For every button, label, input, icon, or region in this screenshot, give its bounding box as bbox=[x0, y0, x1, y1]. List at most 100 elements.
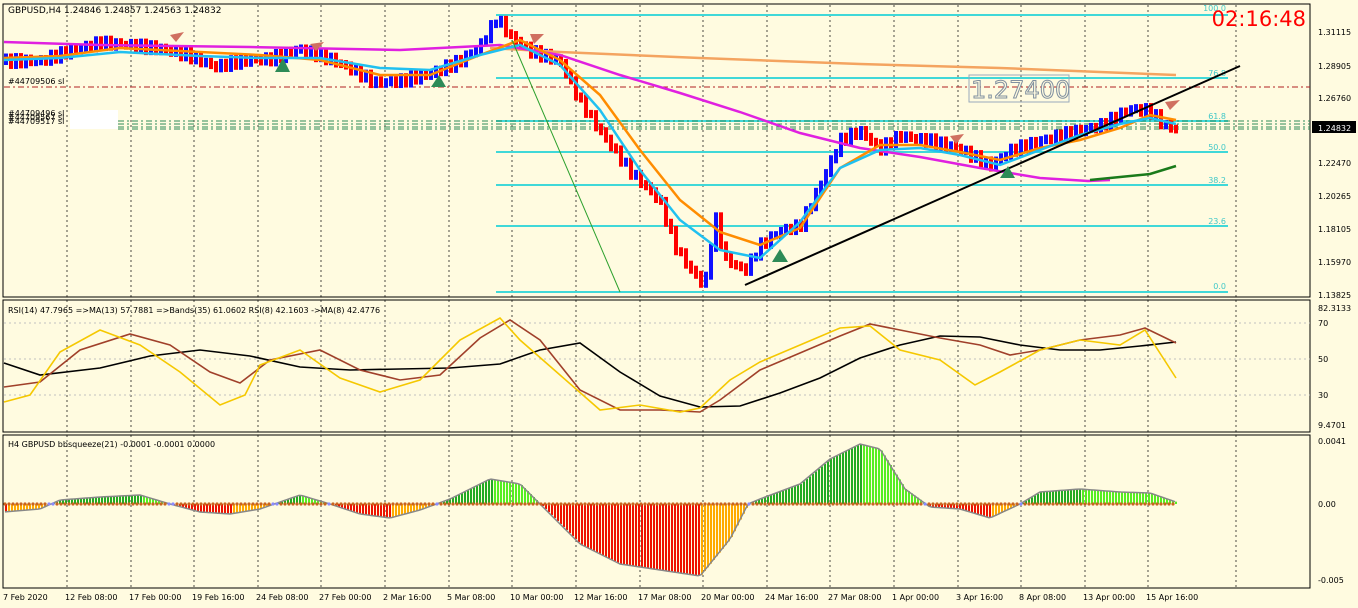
price-bar bbox=[899, 131, 903, 143]
squeeze-dot bbox=[667, 502, 671, 506]
squeeze-bar bbox=[707, 504, 709, 568]
squeeze-bar bbox=[1124, 492, 1126, 504]
squeeze-dot bbox=[1127, 502, 1131, 506]
price-bar bbox=[694, 265, 698, 279]
squeeze-bar bbox=[881, 450, 883, 504]
time-axis-label: 24 Mar 16:00 bbox=[765, 593, 818, 602]
squeeze-bar bbox=[854, 447, 856, 504]
svg-text:1.15970: 1.15970 bbox=[1318, 258, 1351, 267]
time-axis-label: 7 Feb 2020 bbox=[3, 593, 48, 602]
squeeze-dot bbox=[39, 502, 43, 506]
squeeze-bar bbox=[218, 504, 220, 514]
price-bar bbox=[1049, 134, 1053, 145]
price-bar bbox=[579, 92, 583, 103]
price-bar bbox=[699, 270, 703, 288]
price-label-text: 1.27400 bbox=[971, 76, 1070, 104]
squeeze-dot bbox=[1131, 502, 1135, 506]
price-bar bbox=[604, 127, 608, 143]
squeeze-bar bbox=[482, 483, 484, 504]
squeeze-bar bbox=[470, 489, 472, 504]
squeeze-bar bbox=[710, 504, 712, 564]
squeeze-dot bbox=[951, 502, 955, 506]
squeeze-dot bbox=[975, 502, 979, 506]
squeeze-bar bbox=[578, 504, 580, 542]
squeeze-dot bbox=[523, 502, 527, 506]
squeeze-dot bbox=[671, 502, 675, 506]
squeeze-dot bbox=[835, 502, 839, 506]
squeeze-dot bbox=[1007, 502, 1011, 506]
squeeze-dot bbox=[1091, 502, 1095, 506]
squeeze-bar bbox=[383, 504, 385, 518]
squeeze-dot bbox=[487, 502, 491, 506]
squeeze-bar bbox=[596, 504, 598, 552]
price-bar bbox=[209, 57, 213, 70]
price-bar bbox=[829, 155, 833, 178]
squeeze-bar bbox=[509, 482, 511, 504]
squeeze-bar bbox=[818, 469, 820, 504]
squeeze-dot bbox=[607, 502, 611, 506]
price-bar bbox=[14, 53, 18, 69]
squeeze-dot bbox=[395, 502, 399, 506]
squeeze-bar bbox=[989, 504, 991, 518]
squeeze-bar bbox=[863, 444, 865, 504]
squeeze-dot bbox=[1059, 502, 1063, 506]
fib-50-label: 50.0 bbox=[1208, 143, 1226, 152]
price-bar bbox=[644, 180, 648, 191]
squeeze-dot bbox=[71, 502, 75, 506]
squeeze-bar bbox=[506, 481, 508, 504]
squeeze-bar bbox=[698, 504, 700, 576]
squeeze-bar bbox=[833, 457, 835, 504]
squeeze-bar bbox=[410, 504, 412, 513]
order-label-4: #44709517 sl bbox=[8, 117, 64, 126]
price-bar bbox=[869, 132, 873, 146]
squeeze-dot bbox=[239, 502, 243, 506]
squeeze-dot bbox=[903, 502, 907, 506]
mt4-chart-window[interactable]: 100.0 76.8 61.8 50.0 38.2 23.6 0.0 #4470… bbox=[0, 0, 1358, 608]
price-bar bbox=[99, 36, 103, 52]
price-bar bbox=[269, 52, 273, 67]
squeeze-dot bbox=[651, 502, 655, 506]
squeeze-dot bbox=[375, 502, 379, 506]
squeeze-dot bbox=[235, 502, 239, 506]
squeeze-dot bbox=[595, 502, 599, 506]
price-bar bbox=[374, 76, 378, 89]
squeeze-dot bbox=[431, 502, 435, 506]
squeeze-bar bbox=[560, 504, 562, 524]
price-bar bbox=[1119, 107, 1123, 125]
squeeze-dot bbox=[391, 502, 395, 506]
svg-text:0.0041: 0.0041 bbox=[1318, 437, 1346, 446]
squeeze-bar bbox=[785, 489, 787, 504]
squeeze-dot bbox=[991, 502, 995, 506]
squeeze-dot bbox=[1135, 502, 1139, 506]
price-bar bbox=[909, 131, 913, 143]
price-bar bbox=[904, 131, 908, 143]
squeeze-bar bbox=[572, 504, 574, 536]
squeeze-dot bbox=[1099, 502, 1103, 506]
squeeze-bar bbox=[815, 471, 817, 504]
squeeze-dot bbox=[259, 502, 263, 506]
price-bar bbox=[614, 143, 618, 154]
rsi-pane[interactable] bbox=[2, 299, 1311, 433]
price-bar bbox=[409, 70, 413, 88]
squeeze-dot bbox=[455, 502, 459, 506]
squeeze-dot bbox=[879, 502, 883, 506]
svg-text:50: 50 bbox=[1318, 355, 1328, 364]
squeeze-dot bbox=[971, 502, 975, 506]
squeeze-dot bbox=[1119, 502, 1123, 506]
squeeze-bar bbox=[626, 504, 628, 565]
squeeze-bar bbox=[692, 504, 694, 575]
squeeze-bar bbox=[629, 504, 631, 566]
squeeze-bar bbox=[554, 504, 556, 518]
squeeze-bar bbox=[1034, 495, 1036, 504]
squeeze-dot bbox=[95, 502, 99, 506]
squeeze-bar bbox=[713, 504, 715, 560]
price-bar bbox=[194, 51, 198, 65]
squeeze-dot bbox=[635, 502, 639, 506]
price-bar bbox=[489, 20, 493, 44]
squeeze-bar bbox=[395, 504, 397, 517]
squeeze-dot bbox=[183, 502, 187, 506]
squeeze-dot bbox=[91, 502, 95, 506]
squeeze-bar bbox=[857, 445, 859, 504]
squeeze-dot bbox=[363, 502, 367, 506]
main-pane[interactable] bbox=[2, 3, 1311, 298]
